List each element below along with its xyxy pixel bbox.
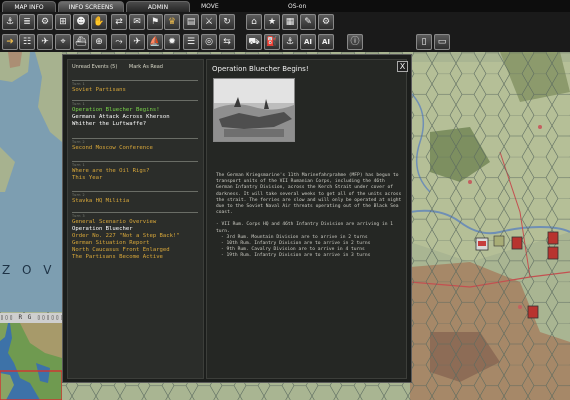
tab-label: ADMIN (147, 4, 169, 11)
event-item[interactable]: Operation Bluecher (72, 226, 198, 233)
divider (72, 191, 198, 192)
events-dialog: Unread Events (5) Mark As Read Turn 1 So… (62, 54, 412, 383)
event-item[interactable]: General Scenario Overview (72, 219, 198, 226)
map-icon[interactable]: ▭ (434, 34, 450, 50)
flag-icon[interactable]: ⚑ (147, 14, 163, 30)
event-paragraph: The German Kriegsmarine's 11th Marinefah… (216, 173, 402, 216)
event-item[interactable]: Stavka HQ Militia (72, 198, 198, 205)
book-icon[interactable]: ▯ (416, 34, 432, 50)
options-icon[interactable]: ⚙ (318, 14, 334, 30)
refresh-icon[interactable]: ↻ (219, 14, 235, 30)
info-icon[interactable]: ⓘ (347, 34, 363, 50)
ship-icon[interactable]: ⛵ (147, 34, 163, 50)
unread-events-label[interactable]: Unread Events (5) (72, 64, 117, 70)
event-list-header: Unread Events (5) Mark As Read (72, 64, 173, 70)
event-item[interactable]: Second Moscow Conference (72, 145, 198, 152)
supply-run-icon[interactable]: ⛟ (246, 34, 262, 50)
document-icon[interactable]: ▤ (183, 14, 199, 30)
mode-label: MOVE (201, 3, 219, 10)
toolbar-primary: ⚓ ≣ ⚙ ⊞ ☻ ✋ ⇄ ✉ ⚑ ♛ ▤ ⚔ ↻ ⌂ ★ ▦ ✎ ⚙ (0, 12, 570, 32)
reinforce-icon[interactable]: ⊕ (91, 34, 107, 50)
event-item[interactable]: The Partisans Become Active (72, 254, 198, 261)
transport-icon[interactable]: ⇆ (219, 34, 235, 50)
event-group: Turn 1 Soviet Partisans (72, 80, 198, 94)
trophy-icon[interactable]: ♛ (164, 14, 180, 30)
os-toggle[interactable]: OS-on (288, 1, 306, 12)
photo-image (214, 79, 294, 141)
aa-icon[interactable]: ⌖ (55, 34, 71, 50)
recon-icon[interactable]: ◎ (201, 34, 217, 50)
event-photo (213, 78, 295, 142)
path-icon[interactable]: ⤳ (111, 34, 127, 50)
ai-label: AI (303, 38, 313, 46)
event-title: Operation Bluecher Begins! (212, 65, 309, 73)
people-icon[interactable]: ☻ (73, 14, 89, 30)
anchor-icon[interactable]: ⚓ (2, 14, 18, 30)
star-icon[interactable]: ★ (264, 14, 280, 30)
event-item[interactable]: Soviet Partisans (72, 87, 198, 94)
naval-icon[interactable]: ⛴ (73, 34, 89, 50)
mission-icon[interactable]: ☰ (183, 34, 199, 50)
event-detail-panel: Operation Bluecher Begins! X The German … (206, 59, 408, 379)
tab-map-info[interactable]: MAP INFO (2, 1, 56, 12)
gear-icon[interactable]: ⚙ (37, 14, 53, 30)
event-group: Turn 1 Operation Bluecher Begins! German… (72, 100, 198, 128)
plane-icon[interactable]: ✈ (129, 34, 145, 50)
event-list-panel: Unread Events (5) Mark As Read Turn 1 So… (67, 59, 204, 379)
harbor-icon[interactable]: ⚓ (282, 34, 298, 50)
minimap-terrain (0, 323, 62, 400)
pin-icon[interactable]: ⌂ (246, 14, 262, 30)
tab-label: MAP INFO (14, 4, 44, 11)
sea-label: Z O V (2, 263, 56, 277)
event-item[interactable]: Where are the Oil Rigs? (72, 168, 198, 175)
ai-label: AI (321, 38, 331, 46)
rail-icon[interactable]: ☷ (19, 34, 35, 50)
coordinate-bar: ▯▯▯ R G ▯▯▯▯▯▯ (0, 313, 62, 323)
hands-icon[interactable]: ✋ (91, 14, 107, 30)
event-item[interactable]: German Situation Report (72, 240, 198, 247)
event-group: Turn 1 Where are the Oil Rigs? This Year (72, 161, 198, 182)
unit-list-icon[interactable]: ≣ (19, 14, 35, 30)
event-group: Turn 2 Stavka HQ Militia (72, 191, 198, 205)
report-icon[interactable]: ▦ (282, 14, 298, 30)
toolbar-secondary: ➜ ☷ ✈ ⌖ ⛴ ⊕ ⤳ ✈ ⛵ ✹ ☰ ◎ ⇆ ⛟ ⛽ ⚓ AI AI ⓘ … (0, 32, 570, 52)
tab-bar: MAP INFO INFO SCREENS ADMIN MOVE OS-on (0, 0, 570, 12)
tab-admin[interactable]: ADMIN (126, 1, 190, 12)
event-group: Turn 3 General Scenario Overview Operati… (72, 212, 198, 261)
close-button[interactable]: X (397, 61, 408, 72)
supply-icon[interactable]: ⇄ (111, 14, 127, 30)
event-group: Turn 2 Second Moscow Conference (72, 138, 198, 152)
event-item[interactable]: North Caucasus Front Enlarged (72, 247, 198, 254)
divider (72, 100, 198, 101)
fuel-icon[interactable]: ⛽ (264, 34, 280, 50)
minimap[interactable] (0, 323, 62, 400)
bomb-icon[interactable]: ✹ (164, 34, 180, 50)
mark-as-read-button[interactable]: Mark As Read (129, 64, 163, 70)
sword-icon[interactable]: ⚔ (201, 14, 217, 30)
event-body: The German Kriegsmarine's 11th Marinefah… (216, 173, 402, 260)
left-map-strip[interactable]: Z O V (0, 52, 62, 312)
divider (72, 138, 198, 139)
tab-label: INFO SCREENS (68, 4, 114, 11)
arrow-icon[interactable]: ➜ (2, 34, 18, 50)
ai-icon[interactable]: AI (318, 34, 334, 50)
wrench-icon[interactable]: ✎ (300, 14, 316, 30)
divider (72, 161, 198, 162)
event-bullet-intro: - VII Rum. Corps HQ and 46th Infantry Di… (216, 222, 394, 234)
mail-icon[interactable]: ✉ (129, 14, 145, 30)
divider (72, 212, 198, 213)
event-item-selected[interactable]: Operation Bluecher Begins! (72, 107, 198, 114)
grid-icon[interactable]: ⊞ (55, 14, 71, 30)
divider (72, 80, 198, 81)
event-item[interactable]: Whither the Luftwaffe? (72, 121, 198, 128)
ai-icon[interactable]: AI (300, 34, 316, 50)
event-bullet: - 19th Rum. Infantry Division are to arr… (221, 253, 371, 259)
event-item[interactable]: Order No. 227 "Not a Step Back!" (72, 233, 198, 240)
air-icon[interactable]: ✈ (37, 34, 53, 50)
event-item[interactable]: This Year (72, 175, 198, 182)
event-item[interactable]: Germans Attack Across Kherson (72, 114, 198, 121)
tab-info-screens[interactable]: INFO SCREENS (58, 1, 124, 12)
